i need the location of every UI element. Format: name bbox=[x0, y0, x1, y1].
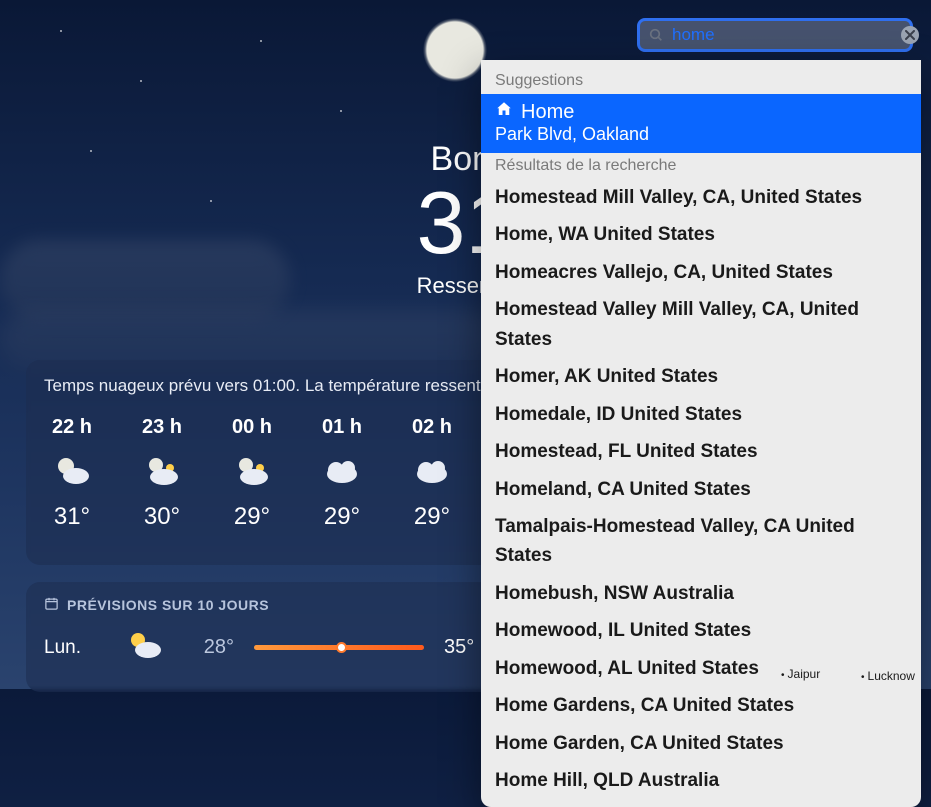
weather-icon bbox=[52, 453, 92, 489]
hour-time: 02 h bbox=[412, 416, 452, 439]
search-result-item[interactable]: Homedale, ID United States bbox=[481, 396, 921, 433]
hour-time: 23 h bbox=[142, 416, 182, 439]
hourly-item: 23 h 30° bbox=[134, 416, 190, 531]
search-input[interactable] bbox=[672, 25, 893, 45]
hourly-item: 02 h 29° bbox=[404, 416, 460, 531]
search-result-item[interactable]: Homewood, IL United States bbox=[481, 612, 921, 649]
search-result-item[interactable]: Homebush, NSW Australia bbox=[481, 575, 921, 612]
weather-icon bbox=[124, 628, 164, 667]
suggestion-subtitle: Park Blvd, Oakland bbox=[495, 124, 907, 145]
map-background: Jaipur Lucknow bbox=[671, 649, 931, 689]
hour-temperature: 30° bbox=[144, 503, 180, 531]
search-results-dropdown: Suggestions Home Park Blvd, Oakland Résu… bbox=[481, 60, 921, 807]
home-icon bbox=[495, 100, 513, 124]
hour-time: 00 h bbox=[232, 416, 272, 439]
clear-search-button[interactable] bbox=[901, 26, 919, 44]
suggestion-title: Home bbox=[521, 101, 574, 124]
search-result-item[interactable]: Homestead Mill Valley, CA, United States bbox=[481, 179, 921, 216]
results-section-label: Résultats de la recherche bbox=[481, 153, 921, 179]
hourly-item: 01 h 29° bbox=[314, 416, 370, 531]
temp-range-bar bbox=[254, 645, 424, 650]
weather-icon bbox=[322, 453, 362, 489]
map-city-label: Jaipur bbox=[781, 667, 820, 681]
weather-icon bbox=[142, 453, 182, 489]
search-icon bbox=[648, 27, 664, 43]
hour-temperature: 31° bbox=[54, 503, 90, 531]
search-result-item[interactable]: Tamalpais-Homestead Valley, CA United St… bbox=[481, 508, 921, 575]
hourly-item: 22 h 31° bbox=[44, 416, 100, 531]
search-result-item[interactable]: Home, WA United States bbox=[481, 216, 921, 253]
hourly-item: 00 h 29° bbox=[224, 416, 280, 531]
daily-header-text: PRÉVISIONS SUR 10 JOURS bbox=[67, 597, 269, 613]
hour-temperature: 29° bbox=[234, 503, 270, 531]
calendar-icon bbox=[44, 596, 59, 614]
search-result-item[interactable]: Homer, AK United States bbox=[481, 358, 921, 395]
hour-time: 22 h bbox=[52, 416, 92, 439]
hour-temperature: 29° bbox=[414, 503, 450, 531]
search-result-item[interactable]: Home Hill, QLD Australia bbox=[481, 762, 921, 799]
search-field[interactable] bbox=[637, 18, 913, 52]
hour-temperature: 29° bbox=[324, 503, 360, 531]
search-result-item[interactable]: Homestead Valley Mill Valley, CA, United… bbox=[481, 291, 921, 358]
weather-icon bbox=[232, 453, 272, 489]
hour-time: 01 h bbox=[322, 416, 362, 439]
weather-icon bbox=[412, 453, 452, 489]
suggestion-item-selected[interactable]: Home Park Blvd, Oakland bbox=[481, 94, 921, 153]
search-result-item[interactable]: Homestead, FL United States bbox=[481, 433, 921, 470]
search-result-item[interactable]: Homeland, CA United States bbox=[481, 471, 921, 508]
map-city-label: Lucknow bbox=[861, 669, 915, 683]
search-result-item[interactable]: Home Gardens, CA United States bbox=[481, 687, 921, 724]
suggestions-section-label: Suggestions bbox=[481, 68, 921, 94]
search-result-item[interactable]: Home Garden, CA United States bbox=[481, 725, 921, 762]
day-low-temp: 28° bbox=[184, 636, 234, 659]
day-name: Lun. bbox=[44, 637, 104, 659]
search-result-item[interactable]: Homeacres Vallejo, CA, United States bbox=[481, 254, 921, 291]
